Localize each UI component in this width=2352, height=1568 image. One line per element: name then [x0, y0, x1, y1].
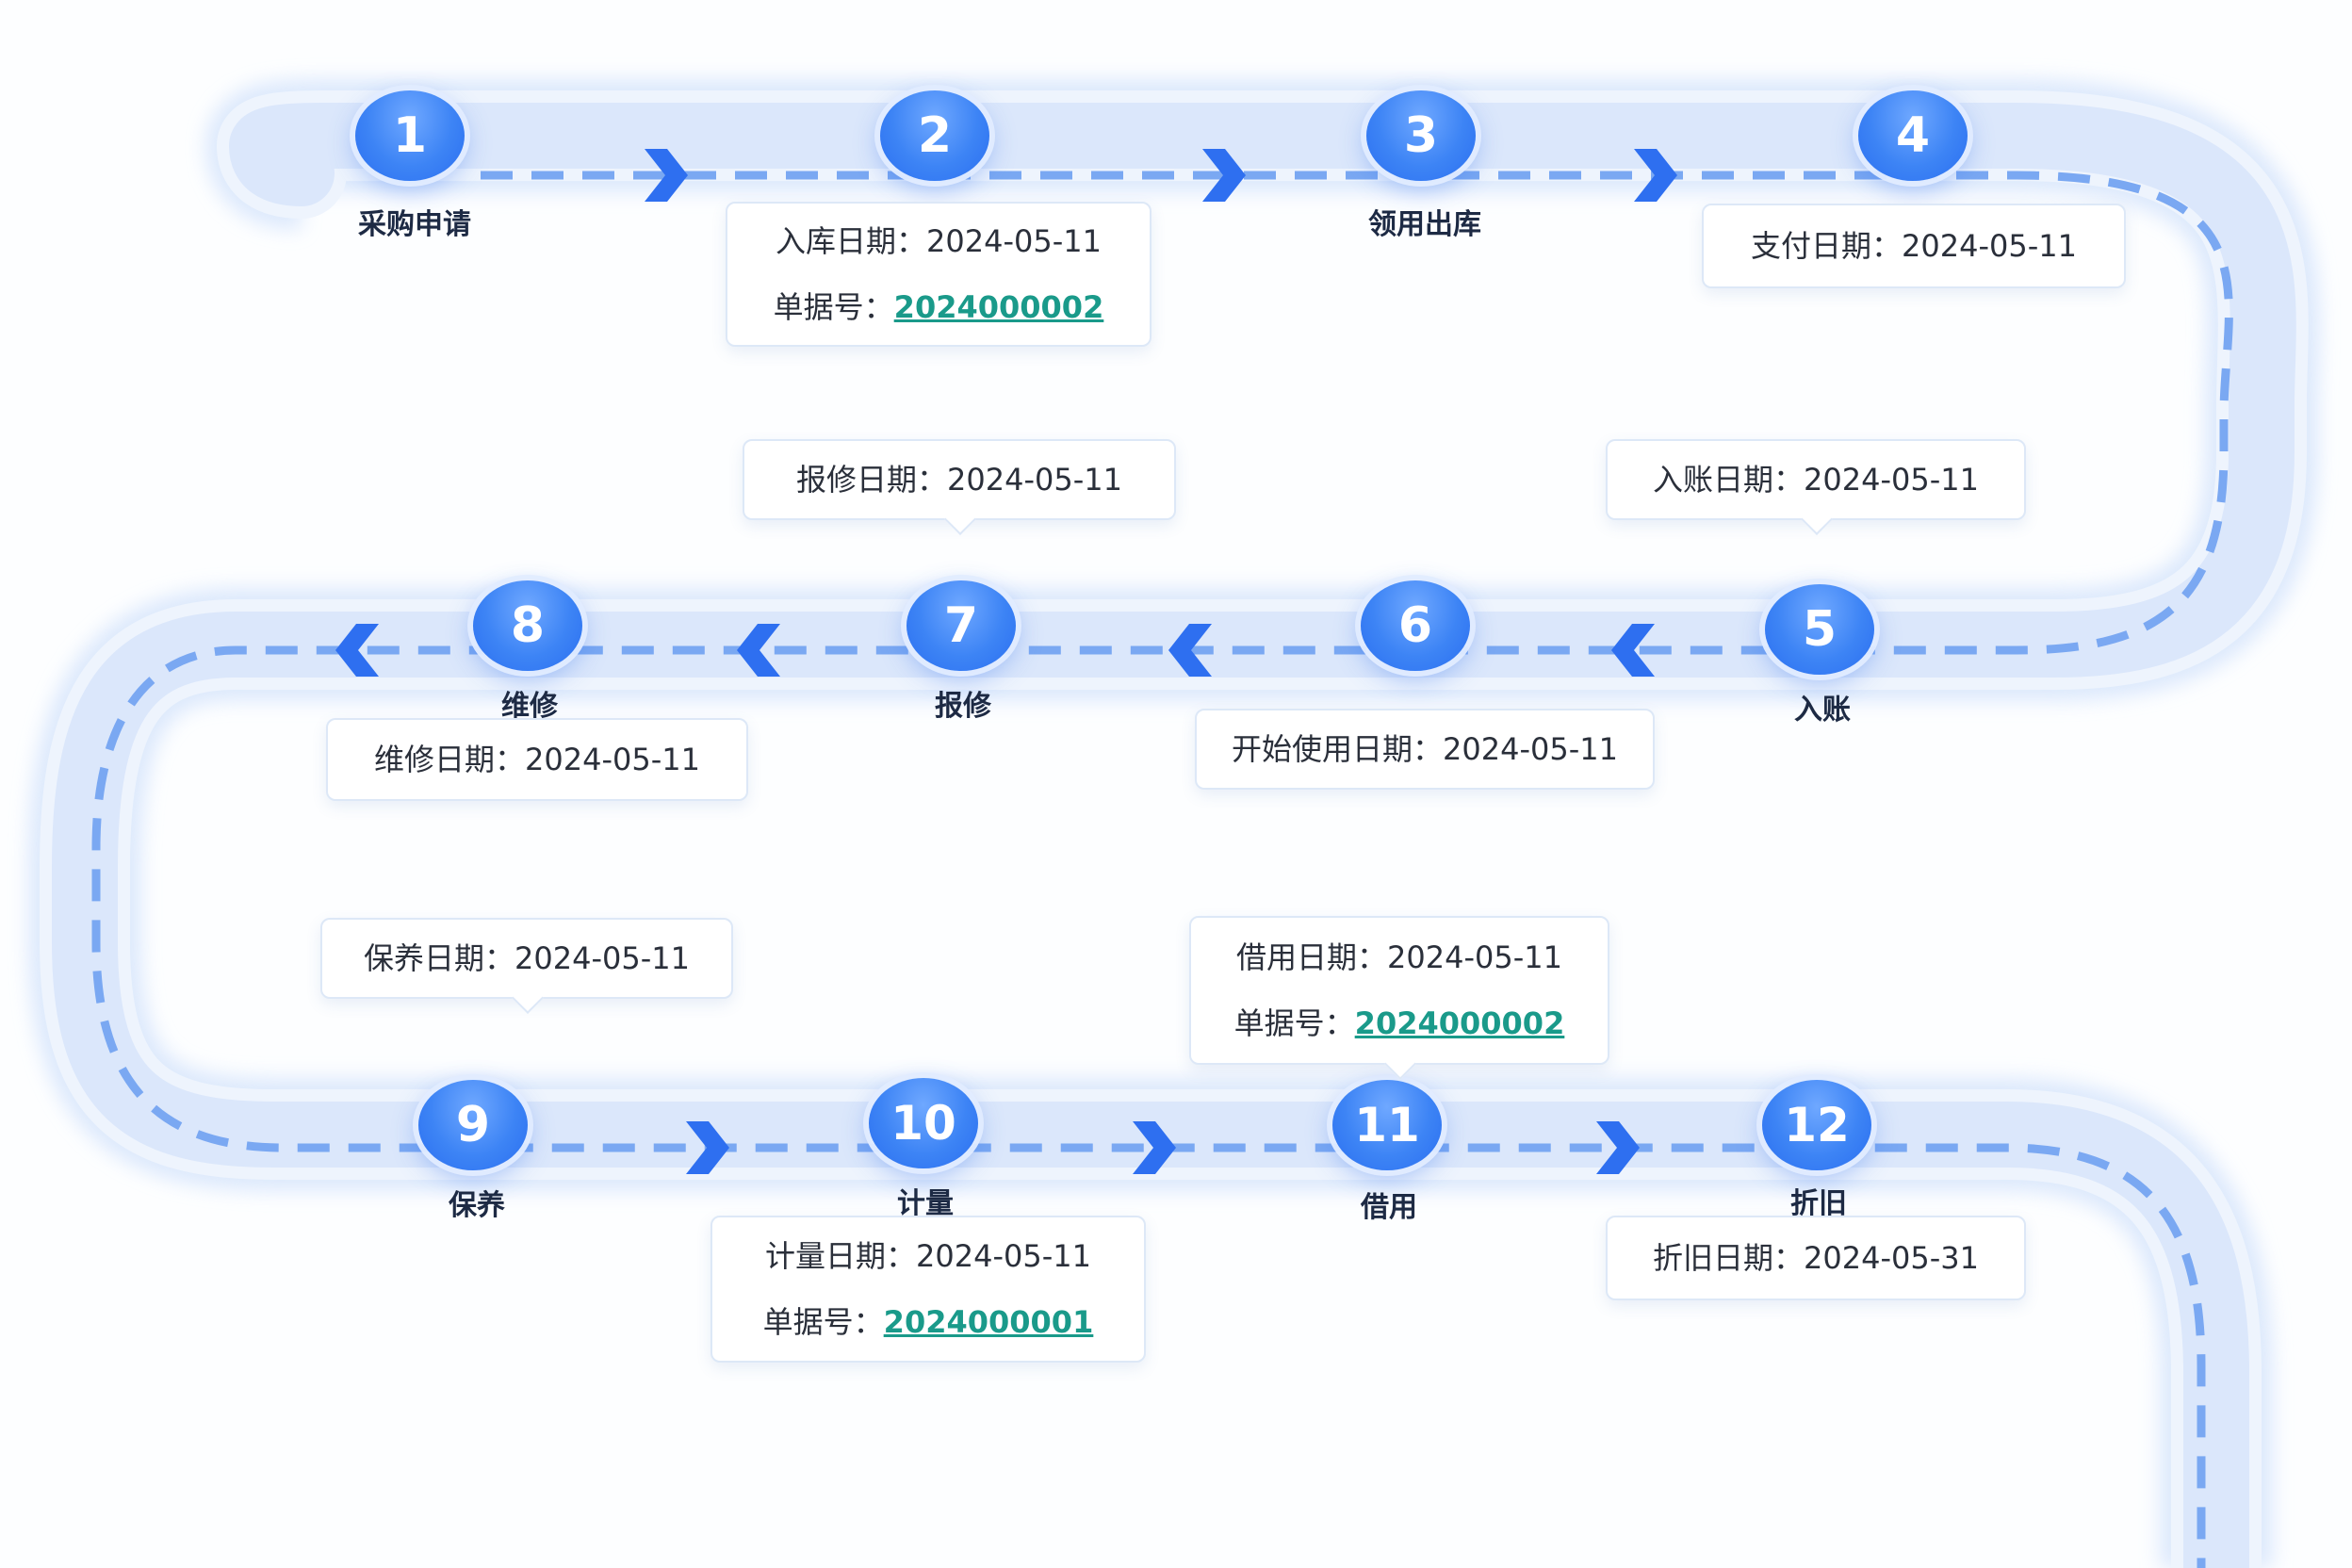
- step-node-1[interactable]: 1: [355, 90, 465, 181]
- step-label-1: 采购申请: [358, 208, 471, 241]
- date-value: 2024-05-11: [525, 742, 700, 777]
- step-node-7[interactable]: 7: [906, 580, 1016, 671]
- step-number: 10: [890, 1096, 956, 1151]
- doc-number-link[interactable]: 2024000001: [884, 1304, 1094, 1340]
- step-10-info-card: 计量日期：2024-05-11 单据号：2024000001: [710, 1216, 1146, 1363]
- step-8-info-card: 维修日期：2024-05-11: [326, 718, 748, 801]
- doc-number-link[interactable]: 2024000002: [894, 289, 1104, 325]
- date-value: 2024-05-11: [1443, 731, 1618, 767]
- road-edge: [40, 90, 2309, 1568]
- date-value: 2024-05-11: [1804, 462, 1979, 498]
- date-label: 入库日期：: [776, 223, 927, 259]
- step-6-info-card: 开始使用日期：2024-05-11: [1195, 709, 1655, 790]
- step-label-5: 入账: [1794, 694, 1851, 727]
- date-label: 报修日期：: [796, 462, 948, 498]
- date-label: 折旧日期：: [1653, 1240, 1805, 1276]
- date-value: 2024-05-11: [1387, 939, 1562, 975]
- doc-row: 单据号：2024000002: [1234, 990, 1565, 1056]
- road-glow: [28, 79, 2320, 1568]
- date-row: 报修日期：2024-05-11: [796, 447, 1122, 513]
- date-row: 借用日期：2024-05-11: [1236, 924, 1562, 990]
- step-node-11[interactable]: 11: [1332, 1080, 1442, 1170]
- date-row: 维修日期：2024-05-11: [374, 727, 700, 792]
- date-row: 入账日期：2024-05-11: [1653, 447, 1979, 513]
- date-label: 开始使用日期：: [1232, 731, 1444, 767]
- step-node-8[interactable]: 8: [473, 580, 582, 671]
- step-number: 2: [917, 107, 953, 164]
- date-row: 计量日期：2024-05-11: [765, 1223, 1091, 1289]
- doc-label: 单据号：: [1233, 1005, 1355, 1041]
- date-value: 2024-05-11: [926, 223, 1102, 259]
- step-label-7: 报修: [935, 690, 991, 723]
- road-surface: [52, 103, 2296, 1568]
- step-node-9[interactable]: 9: [418, 1080, 528, 1170]
- date-label: 入账日期：: [1653, 462, 1805, 498]
- date-label: 维修日期：: [374, 742, 526, 777]
- step-node-2[interactable]: 2: [880, 90, 989, 181]
- step-label-11: 借用: [1361, 1191, 1417, 1224]
- doc-number-link[interactable]: 2024000002: [1355, 1005, 1565, 1041]
- step-12-info-card: 折旧日期：2024-05-31: [1606, 1216, 2026, 1300]
- workflow-diagram: 1 2 3 4 5 6 7 8 9 10 11 12 采购申请 领用出库 入账 …: [0, 0, 2352, 1568]
- date-value: 2024-05-11: [514, 940, 690, 976]
- date-value: 2024-05-11: [947, 462, 1122, 498]
- step-number: 8: [510, 597, 546, 654]
- date-label: 保养日期：: [364, 940, 515, 976]
- step-5-info-card: 入账日期：2024-05-11: [1606, 439, 2026, 520]
- date-value: 2024-05-11: [1902, 228, 2077, 264]
- step-node-3[interactable]: 3: [1366, 90, 1476, 181]
- step-11-info-card: 借用日期：2024-05-11 单据号：2024000002: [1189, 916, 1609, 1065]
- step-node-10[interactable]: 10: [869, 1078, 978, 1168]
- date-label: 支付日期：: [1751, 228, 1903, 264]
- step-node-5[interactable]: 5: [1765, 584, 1874, 675]
- step-2-info-card: 入库日期：2024-05-11 单据号：2024000002: [726, 202, 1152, 347]
- step-number: 4: [1895, 107, 1931, 164]
- step-9-info-card: 保养日期：2024-05-11: [320, 918, 733, 999]
- doc-label: 单据号：: [773, 289, 894, 325]
- date-row: 保养日期：2024-05-11: [364, 925, 690, 991]
- step-number: 7: [943, 597, 979, 654]
- step-number: 11: [1354, 1098, 1420, 1152]
- doc-row: 单据号：2024000001: [763, 1289, 1094, 1355]
- step-node-4[interactable]: 4: [1858, 90, 1968, 181]
- date-row: 开始使用日期：2024-05-11: [1232, 716, 1618, 782]
- step-number: 12: [1784, 1098, 1850, 1152]
- step-node-6[interactable]: 6: [1361, 580, 1470, 671]
- date-label: 计量日期：: [765, 1238, 917, 1274]
- step-node-12[interactable]: 12: [1762, 1080, 1871, 1170]
- doc-row: 单据号：2024000002: [774, 274, 1104, 340]
- step-number: 9: [455, 1097, 491, 1153]
- step-number: 3: [1403, 107, 1439, 164]
- date-row: 入库日期：2024-05-11: [776, 208, 1102, 274]
- step-label-3: 领用出库: [1368, 208, 1481, 241]
- date-value: 2024-05-11: [916, 1238, 1091, 1274]
- doc-label: 单据号：: [762, 1304, 884, 1340]
- date-row: 支付日期：2024-05-11: [1751, 213, 2077, 279]
- road-dash-line: [91, 171, 2233, 1568]
- step-label-9: 保养: [449, 1189, 505, 1222]
- step-number: 5: [1802, 601, 1838, 658]
- step-number: 6: [1397, 597, 1433, 654]
- step-4-info-card: 支付日期：2024-05-11: [1702, 204, 2126, 288]
- date-value: 2024-05-31: [1804, 1240, 1979, 1276]
- date-label: 借用日期：: [1236, 939, 1388, 975]
- step-7-info-card: 报修日期：2024-05-11: [743, 439, 1176, 520]
- step-number: 1: [392, 107, 428, 164]
- date-row: 折旧日期：2024-05-31: [1653, 1225, 1979, 1291]
